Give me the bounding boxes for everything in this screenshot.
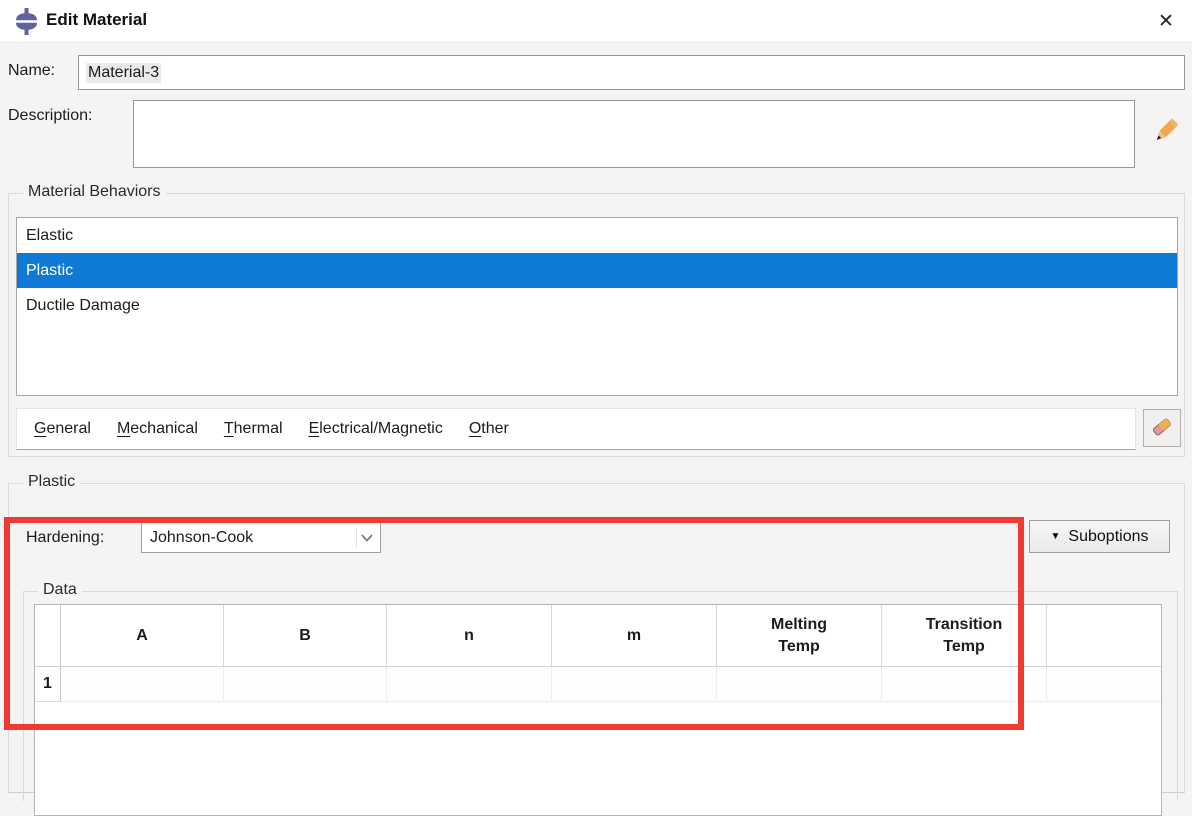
column-header-a: A: [61, 605, 224, 666]
table-corner-cell: [35, 605, 61, 666]
menu-item-mechanical[interactable]: Mechanical: [104, 420, 211, 438]
column-header-filler: [1047, 605, 1161, 666]
column-header-b: B: [224, 605, 387, 666]
table-header-row: A Bn m Melting Temp Transition Temp: [35, 605, 1161, 667]
table-cell-filler: [1047, 667, 1161, 702]
column-header-n: n: [387, 605, 552, 666]
chevron-down-icon: [356, 528, 376, 548]
table-cell[interactable]: [552, 667, 717, 702]
behavior-item-ductile-damage[interactable]: Ductile Damage: [17, 288, 1177, 323]
plastic-data-table[interactable]: A Bn m Melting Temp Transition Temp 1: [34, 604, 1162, 816]
name-input[interactable]: Material-3: [78, 55, 1185, 90]
edit-description-button[interactable]: [1142, 106, 1188, 158]
table-cell[interactable]: [882, 667, 1047, 702]
hardening-label: Hardening:: [26, 529, 105, 546]
eraser-icon: [1149, 414, 1175, 443]
hardening-selected-value: Johnson-Cook: [150, 528, 254, 546]
pencil-icon: [1147, 113, 1183, 152]
behavior-menu-bar: General Mechanical Thermal Electrical/Magne…: [16, 408, 1136, 450]
behavior-item-elastic[interactable]: Elastic: [17, 218, 1177, 253]
column-header-melting: Melting Temp: [717, 605, 882, 666]
table-cell[interactable]: [717, 667, 882, 702]
plastic-group-label: Plastic: [23, 473, 81, 491]
data-group: Data A Bn m Melting Temp Transition Temp 1: [23, 581, 1178, 816]
menu-item-electrical-magnetic[interactable]: Electrical/Magnetic: [296, 420, 456, 438]
window-title: Edit Material: [46, 10, 148, 29]
material-behaviors-list: Elastic Plastic Ductile Damage: [16, 217, 1178, 396]
close-icon[interactable]: ✕: [1146, 4, 1186, 38]
title-bar: Edit Material ✕: [0, 0, 1192, 43]
menu-item-thermal[interactable]: Thermal: [211, 420, 296, 438]
material-behaviors-group: Material Behaviors Elastic Plastic Ductile…: [8, 183, 1185, 457]
delete-behavior-button[interactable]: [1143, 409, 1181, 447]
table-row: 1: [35, 667, 1161, 702]
plastic-group: Plastic Hardening: Johnson-Cook ▼ Subopt…: [8, 473, 1185, 816]
material-spool-icon: [13, 8, 40, 35]
hardening-dropdown[interactable]: Johnson-Cook: [141, 522, 381, 553]
row-number: 1: [35, 667, 61, 702]
suboptions-button[interactable]: ▼ Suboptions: [1029, 520, 1170, 553]
data-group-label: Data: [38, 581, 82, 599]
column-header-m: m: [552, 605, 717, 666]
menu-item-other[interactable]: Other: [456, 420, 522, 438]
menu-item-general[interactable]: General: [21, 420, 104, 438]
table-cell[interactable]: [224, 667, 387, 702]
triangle-down-icon: ▼: [1050, 531, 1061, 542]
table-cell[interactable]: [61, 667, 224, 702]
table-cell[interactable]: [387, 667, 552, 702]
column-header-transition: Transition Temp: [882, 605, 1047, 666]
name-label: Name:: [8, 62, 56, 79]
material-behaviors-group-label: Material Behaviors: [23, 183, 166, 201]
description-input[interactable]: [133, 100, 1135, 168]
description-label: Description:: [8, 107, 93, 124]
name-value: Material-3: [86, 62, 162, 83]
behavior-item-plastic[interactable]: Plastic: [17, 253, 1177, 288]
suboptions-label: Suboptions: [1068, 527, 1149, 545]
